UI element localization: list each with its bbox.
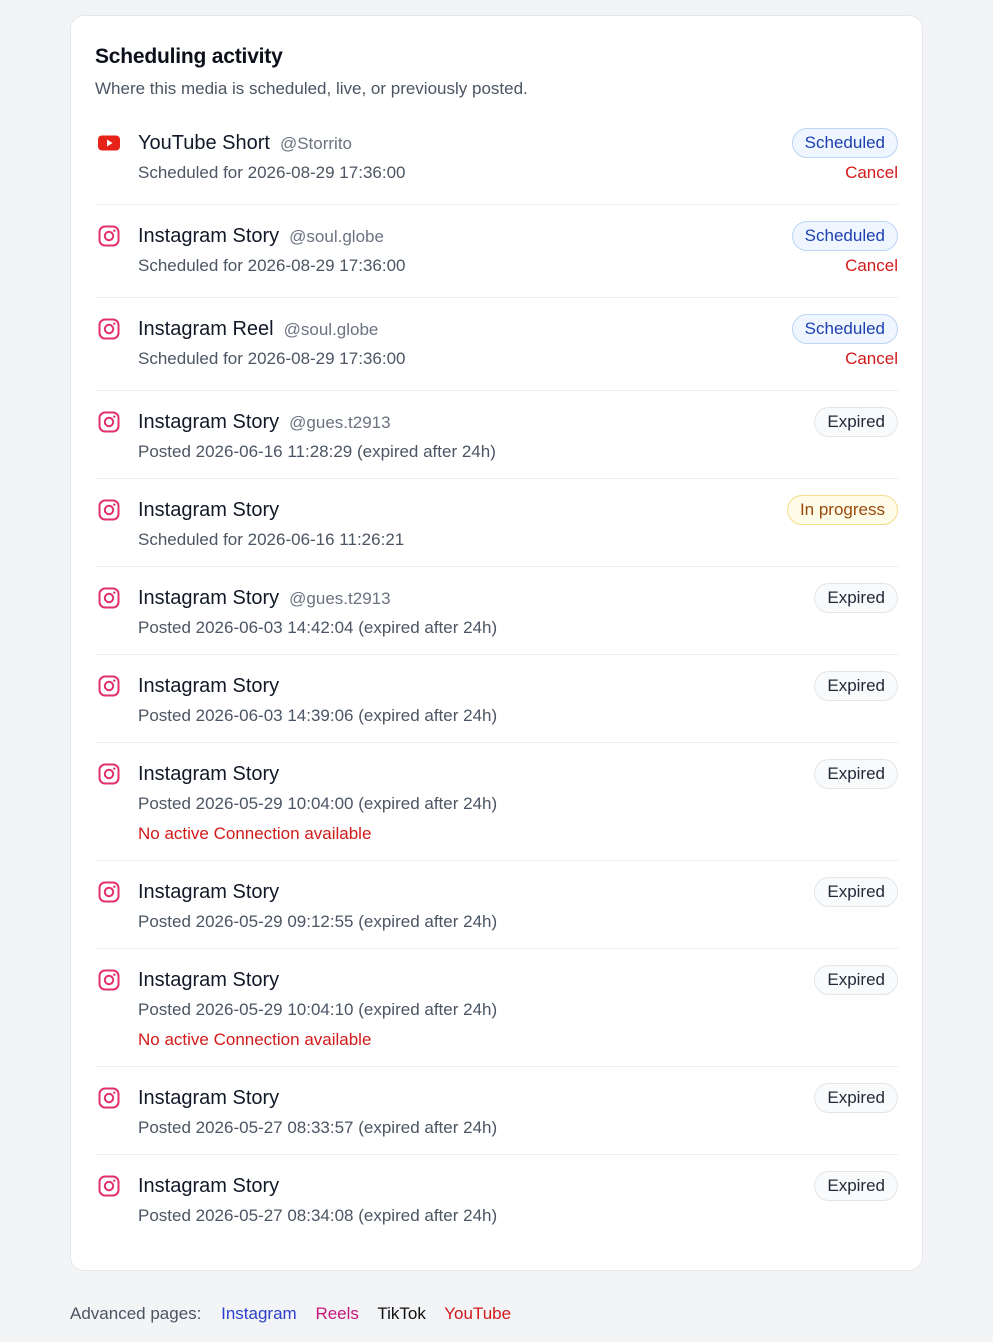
activity-row: Instagram Story Scheduled for 2026-06-16 … bbox=[95, 479, 898, 567]
status-badge: Scheduled bbox=[791, 128, 898, 158]
activity-heading: Instagram Story @gues.t2913 bbox=[138, 410, 391, 436]
status-badge: Expired bbox=[814, 759, 898, 789]
activity-detail: Posted 2026-05-27 08:33:57 (expired afte… bbox=[138, 1118, 498, 1137]
activity-heading: YouTube Short @Storrito bbox=[138, 131, 352, 157]
activity-heading: Instagram Story bbox=[138, 1086, 279, 1112]
activity-detail: Posted 2026-06-03 14:39:06 (expired afte… bbox=[138, 706, 498, 725]
cancel-button[interactable]: Cancel bbox=[845, 348, 898, 370]
status-badge: Expired bbox=[814, 407, 898, 437]
activity-handle: @soul.globe bbox=[289, 227, 384, 246]
activity-handle: @gues.t2913 bbox=[289, 413, 391, 432]
card-title: Scheduling activity bbox=[95, 45, 283, 68]
instagram-icon bbox=[98, 675, 120, 697]
activity-platform: Instagram Story bbox=[138, 969, 280, 991]
status-badge: Expired bbox=[814, 1171, 898, 1201]
activity-platform: Instagram Story bbox=[138, 1087, 280, 1109]
advanced-pages-footer: Advanced pages: Instagram Reels TikTok Y… bbox=[70, 1303, 525, 1325]
activity-handle: @gues.t2913 bbox=[289, 589, 391, 608]
activity-row: Instagram Story @gues.t2913 Posted 2026-06… bbox=[95, 567, 898, 655]
activity-platform: Instagram Story bbox=[138, 763, 280, 785]
card-subtitle: Where this media is scheduled, live, or … bbox=[95, 79, 528, 98]
status-badge: Expired bbox=[814, 583, 898, 613]
status-badge: Expired bbox=[814, 965, 898, 995]
status-badge: Expired bbox=[814, 877, 898, 907]
activity-heading: Instagram Reel @soul.globe bbox=[138, 317, 378, 343]
activity-error: No active Connection available bbox=[138, 1030, 372, 1049]
youtube-icon bbox=[98, 135, 120, 151]
activity-error: No active Connection available bbox=[138, 824, 372, 843]
activity-row: Instagram Story Posted 2026-05-29 09:12:5… bbox=[95, 861, 898, 949]
cancel-button[interactable]: Cancel bbox=[845, 255, 898, 277]
activity-detail: Posted 2026-05-27 08:34:08 (expired afte… bbox=[138, 1206, 498, 1225]
activity-platform: Instagram Story bbox=[138, 499, 280, 521]
cancel-button[interactable]: Cancel bbox=[845, 162, 898, 184]
activity-platform: Instagram Story bbox=[138, 411, 280, 433]
activity-platform: Instagram Story bbox=[138, 881, 280, 903]
activity-heading: Instagram Story bbox=[138, 1174, 279, 1200]
activity-platform: YouTube Short bbox=[138, 132, 270, 154]
instagram-icon bbox=[98, 969, 120, 991]
instagram-icon bbox=[98, 225, 120, 247]
advanced-link-reels[interactable]: Reels bbox=[315, 1304, 358, 1323]
activity-row: Instagram Story @soul.globe Scheduled for … bbox=[95, 205, 898, 298]
activity-detail: Posted 2026-05-29 10:04:00 (expired afte… bbox=[138, 794, 498, 813]
activity-handle: @Storrito bbox=[279, 134, 353, 153]
activity-detail: Posted 2026-06-03 14:42:04 (expired afte… bbox=[138, 618, 498, 637]
instagram-icon bbox=[98, 881, 120, 903]
activity-platform: Instagram Story bbox=[138, 1175, 280, 1197]
activity-row: Instagram Story Posted 2026-05-27 08:33:5… bbox=[95, 1067, 898, 1155]
activity-row: Instagram Reel @soul.globe Scheduled for 2… bbox=[95, 298, 898, 391]
status-badge: Expired bbox=[814, 671, 898, 701]
activity-row: Instagram Story Posted 2026-05-29 10:04:1… bbox=[95, 949, 898, 1067]
instagram-icon bbox=[98, 499, 120, 521]
instagram-icon bbox=[98, 1087, 120, 1109]
activity-row: YouTube Short @Storrito Scheduled for 2026… bbox=[95, 112, 898, 205]
activity-handle: @soul.globe bbox=[283, 320, 379, 339]
activity-detail: Scheduled for 2026-08-29 17:36:00 bbox=[138, 163, 406, 182]
instagram-icon bbox=[98, 587, 120, 609]
scheduling-activity-card: Scheduling activity Where this media is … bbox=[70, 15, 923, 1271]
advanced-link-instagram[interactable]: Instagram bbox=[221, 1304, 297, 1323]
status-badge: Expired bbox=[814, 1083, 898, 1113]
activity-platform: Instagram Story bbox=[138, 587, 280, 609]
activity-heading: Instagram Story bbox=[138, 674, 279, 700]
activity-heading: Instagram Story bbox=[138, 880, 279, 906]
activity-row: Instagram Story @gues.t2913 Posted 2026-06… bbox=[95, 391, 898, 479]
advanced-link-youtube[interactable]: YouTube bbox=[444, 1304, 511, 1323]
activity-platform: Instagram Reel bbox=[138, 318, 274, 340]
advanced-pages-label: Advanced pages: bbox=[70, 1304, 202, 1323]
activity-platform: Instagram Story bbox=[138, 675, 280, 697]
activity-detail: Posted 2026-05-29 10:04:10 (expired afte… bbox=[138, 1000, 498, 1019]
activity-row: Instagram Story Posted 2026-05-27 08:34:0… bbox=[95, 1155, 898, 1243]
status-badge: Scheduled bbox=[791, 221, 898, 251]
status-badge: Scheduled bbox=[791, 314, 898, 344]
activity-heading: Instagram Story @soul.globe bbox=[138, 224, 384, 250]
advanced-link-tiktok[interactable]: TikTok bbox=[377, 1304, 426, 1323]
instagram-icon bbox=[98, 763, 120, 785]
activity-detail: Scheduled for 2026-08-29 17:36:00 bbox=[138, 349, 406, 368]
activity-row: Instagram Story Posted 2026-05-29 10:04:0… bbox=[95, 743, 898, 861]
activity-heading: Instagram Story @gues.t2913 bbox=[138, 586, 391, 612]
instagram-icon bbox=[98, 1175, 120, 1197]
status-badge: In progress bbox=[786, 495, 898, 525]
instagram-icon bbox=[98, 411, 120, 433]
activity-list: YouTube Short @Storrito Scheduled for 2026… bbox=[95, 112, 898, 1243]
activity-heading: Instagram Story bbox=[138, 968, 279, 994]
activity-detail: Scheduled for 2026-06-16 11:26:21 bbox=[138, 530, 405, 549]
activity-detail: Posted 2026-05-29 09:12:55 (expired afte… bbox=[138, 912, 498, 931]
activity-row: Instagram Story Posted 2026-06-03 14:39:0… bbox=[95, 655, 898, 743]
activity-heading: Instagram Story bbox=[138, 498, 279, 524]
activity-platform: Instagram Story bbox=[138, 225, 280, 247]
activity-detail: Posted 2026-06-16 11:28:29 (expired afte… bbox=[138, 442, 496, 461]
activity-detail: Scheduled for 2026-08-29 17:36:00 bbox=[138, 256, 406, 275]
activity-heading: Instagram Story bbox=[138, 762, 279, 788]
instagram-icon bbox=[98, 318, 120, 340]
